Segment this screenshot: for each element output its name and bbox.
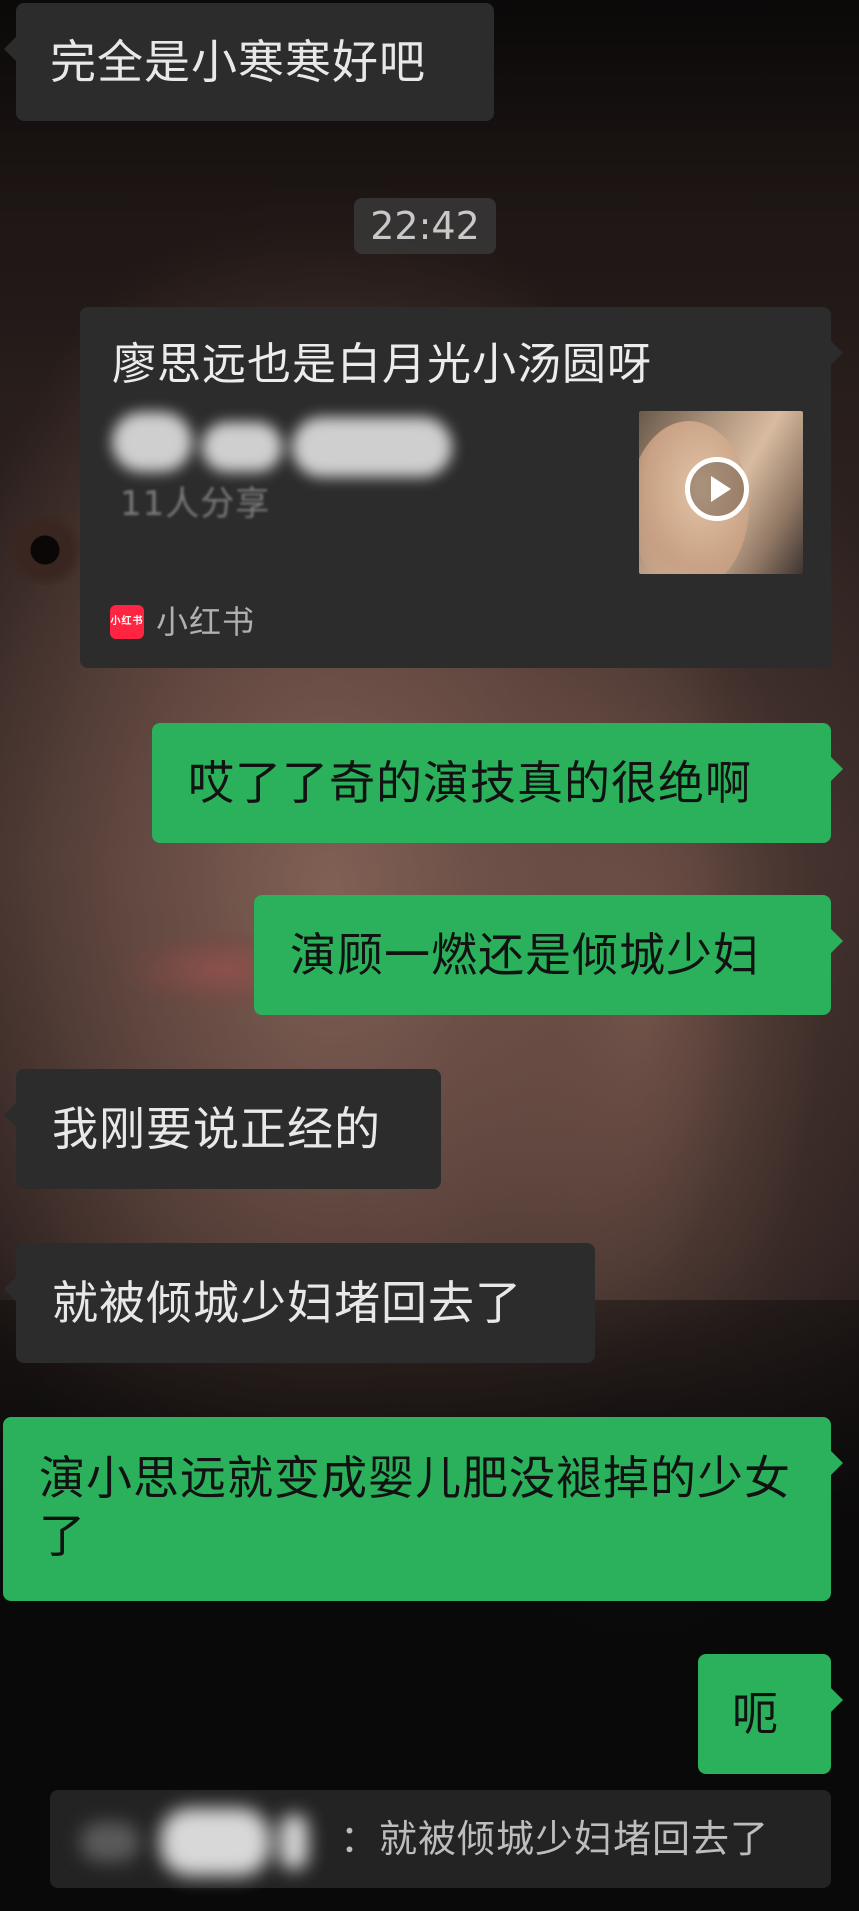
quote-content: 就被倾城少妇堵回去了 — [379, 1817, 770, 1861]
card-share-count: 11人分享 — [120, 484, 271, 524]
message-sent[interactable]: 演顾一燃还是倾城少妇 — [254, 895, 843, 1015]
shared-link-card[interactable]: 廖思远也是白月光小汤圆呀 11人分享 小红书 小红书 — [80, 307, 843, 668]
message-received[interactable]: 我刚要说正经的 — [4, 1069, 441, 1189]
message-text: 就被倾城少妇堵回去了 — [52, 1276, 522, 1330]
message-text: 演顾一燃还是倾城少妇 — [290, 928, 760, 982]
message-received[interactable]: 就被倾城少妇堵回去了 — [4, 1243, 595, 1363]
xiaohongshu-logo-icon: 小红书 — [110, 605, 144, 639]
background-eye — [0, 515, 90, 585]
quote-text: ：就被倾城少妇堵回去了 — [340, 1790, 769, 1888]
message-text: 我刚要说正经的 — [52, 1102, 381, 1156]
quote-separator: ： — [340, 1817, 380, 1861]
message-text: 完全是小寒寒好吧 — [50, 35, 426, 89]
play-icon[interactable] — [685, 457, 749, 521]
card-source: 小红书 小红书 — [110, 605, 255, 639]
message-text: 哎了了奇的演技真的很绝啊 — [188, 756, 752, 810]
quoted-reply[interactable]: ：就被倾城少妇堵回去了 — [50, 1790, 831, 1888]
video-thumbnail[interactable] — [639, 411, 803, 574]
source-name: 小红书 — [156, 603, 256, 641]
message-text: 演小思远就变成婴儿肥没褪掉的少女了 — [39, 1451, 791, 1563]
timestamp: 22:42 — [354, 198, 496, 254]
message-text: 呃 — [732, 1687, 779, 1741]
message-sent[interactable]: 哎了了奇的演技真的很绝啊 — [152, 723, 843, 843]
message-sent[interactable]: 呃 — [698, 1654, 843, 1774]
message-sent[interactable]: 演小思远就变成婴儿肥没褪掉的少女了 — [3, 1417, 843, 1601]
card-title: 廖思远也是白月光小汤圆呀 — [112, 339, 652, 390]
message-received[interactable]: 完全是小寒寒好吧 — [4, 3, 494, 121]
quote-blurred-sender — [80, 1804, 330, 1880]
